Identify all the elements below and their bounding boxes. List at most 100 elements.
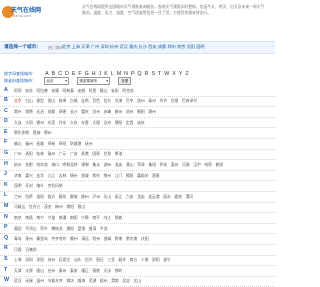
city-link[interactable]: 宝鸡 [81, 98, 89, 103]
hot-city-link[interactable]: 天津 [81, 44, 89, 49]
city-link[interactable]: 清远 [81, 236, 89, 241]
city-link[interactable]: 百色 [92, 98, 100, 103]
city-link[interactable]: 菏泽 [137, 162, 145, 167]
hot-city-link[interactable]: 杭州 [110, 44, 118, 49]
city-link[interactable]: 鞍山 [100, 88, 108, 93]
city-link[interactable]: 毕节 [159, 98, 167, 103]
province-select[interactable]: 北京 ▾ [44, 76, 70, 85]
city-link[interactable]: 池州 [126, 109, 134, 114]
city-link[interactable]: 南昌 [25, 215, 33, 220]
city-link[interactable]: 潍坊 [66, 278, 74, 283]
city-link[interactable]: 无锡 [25, 278, 33, 283]
city-link[interactable]: 晋城 [81, 173, 89, 178]
city-link[interactable]: 牡丹江 [29, 204, 40, 209]
city-link[interactable]: 莆田 [14, 226, 22, 231]
city-link[interactable]: 丽水 [163, 194, 171, 199]
city-link[interactable]: 湖州 [104, 162, 112, 167]
letter-link[interactable]: S [152, 71, 156, 77]
city-link[interactable]: 泉州 [25, 236, 33, 241]
letter-link[interactable]: R [145, 71, 149, 77]
city-link[interactable]: 潮州 [148, 109, 156, 114]
city-link[interactable]: 德州 [36, 120, 44, 125]
city-link[interactable]: 东莞 [48, 120, 56, 125]
city-link[interactable]: 六安 [126, 194, 134, 199]
city-link[interactable]: 吴忠 [122, 278, 130, 283]
hot-city-link[interactable]: 沈阳 [187, 44, 195, 49]
city-link[interactable]: 东营 [81, 120, 89, 125]
city-link[interactable]: 南京 [14, 215, 22, 220]
city-link[interactable]: 安庆 [25, 88, 33, 93]
city-link[interactable]: 茂名 [44, 204, 52, 209]
city-link[interactable]: 三亚 [107, 257, 115, 262]
city-link[interactable]: 安顺 [78, 88, 86, 93]
hot-city-link[interactable]: 郑州 [167, 44, 175, 49]
city-link[interactable]: 安康 [51, 88, 59, 93]
city-link[interactable]: 福州 [25, 141, 33, 146]
city-link[interactable]: 威海 [78, 278, 86, 283]
city-link[interactable]: 丽江 [115, 194, 123, 199]
city-link[interactable]: 德阳 [115, 120, 123, 125]
letter-link[interactable]: Z [185, 71, 188, 77]
city-link[interactable]: 杭州 [14, 162, 22, 167]
city-link[interactable]: 武汉 [14, 278, 22, 283]
city-link[interactable]: 保山 [48, 98, 56, 103]
city-link[interactable]: 天津 [14, 268, 22, 273]
city-link[interactable]: 黔南 [115, 236, 123, 241]
city-link[interactable]: 贵阳 [25, 151, 33, 156]
city-link[interactable]: 白银 [171, 98, 179, 103]
city-link[interactable]: 金华 [36, 173, 44, 178]
view-button[interactable]: 查看 [118, 76, 132, 85]
city-link[interactable]: 宿迁 [96, 257, 104, 262]
city-link[interactable]: 临沂 [48, 194, 56, 199]
hot-city-link[interactable]: 长沙 [139, 44, 147, 49]
city-link[interactable]: 宁德 [81, 215, 89, 220]
city-link[interactable]: 宁波 [48, 215, 56, 220]
city-link[interactable]: 常州 [14, 109, 22, 114]
city-link[interactable]: 白山 [25, 98, 33, 103]
city-link[interactable]: 平凉 [100, 226, 108, 231]
hot-city-link[interactable]: 昆明 [196, 44, 204, 49]
city-link[interactable]: 阿勒泰 [63, 88, 74, 93]
city-link[interactable]: 眉山 [78, 204, 86, 209]
city-link[interactable]: 洛阳 [36, 194, 44, 199]
city-link[interactable]: 蚌埠 [59, 98, 67, 103]
city-link[interactable]: 防城港 [70, 141, 81, 146]
city-link[interactable]: 鄂尔多斯 [14, 130, 29, 135]
city-link[interactable]: 阿拉善 [36, 88, 47, 93]
city-link[interactable]: 大理 [92, 120, 100, 125]
city-link[interactable]: 泰州 [59, 268, 67, 273]
hot-city-link[interactable]: 重庆 [129, 44, 137, 49]
city-link[interactable]: 萍乡 [40, 226, 48, 231]
city-link[interactable]: 荆州 [104, 173, 112, 178]
city-link[interactable]: 娄底 [174, 194, 182, 199]
city-link[interactable]: 济南 [14, 173, 22, 178]
city-link[interactable]: 巴中 [126, 98, 134, 103]
city-link[interactable]: 深圳 [25, 257, 33, 262]
city-link[interactable]: 兰州 [14, 194, 22, 199]
city-link[interactable]: 南阳 [70, 215, 78, 220]
city-link[interactable]: 温州 [36, 278, 44, 283]
city-link[interactable]: 龙岩 [137, 194, 145, 199]
city-link[interactable]: 焦作 [92, 173, 100, 178]
city-link[interactable]: 邯郸 [81, 162, 89, 167]
city-link[interactable]: 果洛 [115, 151, 123, 156]
hot-city-link[interactable]: 西安 [148, 44, 156, 49]
city-select[interactable]: 请选择城市 ▾ [77, 76, 111, 85]
city-link[interactable]: 曲靖 [104, 236, 112, 241]
city-link[interactable]: 包头 [104, 98, 112, 103]
city-link[interactable]: 郴州 [115, 109, 123, 114]
city-link[interactable]: 齐齐哈尔 [51, 236, 66, 241]
letter-link[interactable]: W [164, 71, 169, 77]
city-link[interactable]: 怀化 [160, 162, 168, 167]
city-link[interactable]: 广元 [59, 151, 67, 156]
city-link[interactable]: 赤峰 [104, 109, 112, 114]
city-link[interactable]: 内江 [104, 215, 112, 220]
city-link[interactable]: 马鞍山 [14, 204, 25, 209]
city-link[interactable]: 赣州 [48, 151, 56, 156]
city-link[interactable]: 海口 [51, 162, 59, 167]
city-link[interactable]: 江门 [115, 173, 123, 178]
city-link[interactable]: 黔东南 [126, 236, 137, 241]
city-link[interactable]: 泰安 [70, 268, 78, 273]
city-link[interactable]: 乌鲁木齐 [48, 278, 63, 283]
city-link[interactable]: 台州 [48, 268, 56, 273]
